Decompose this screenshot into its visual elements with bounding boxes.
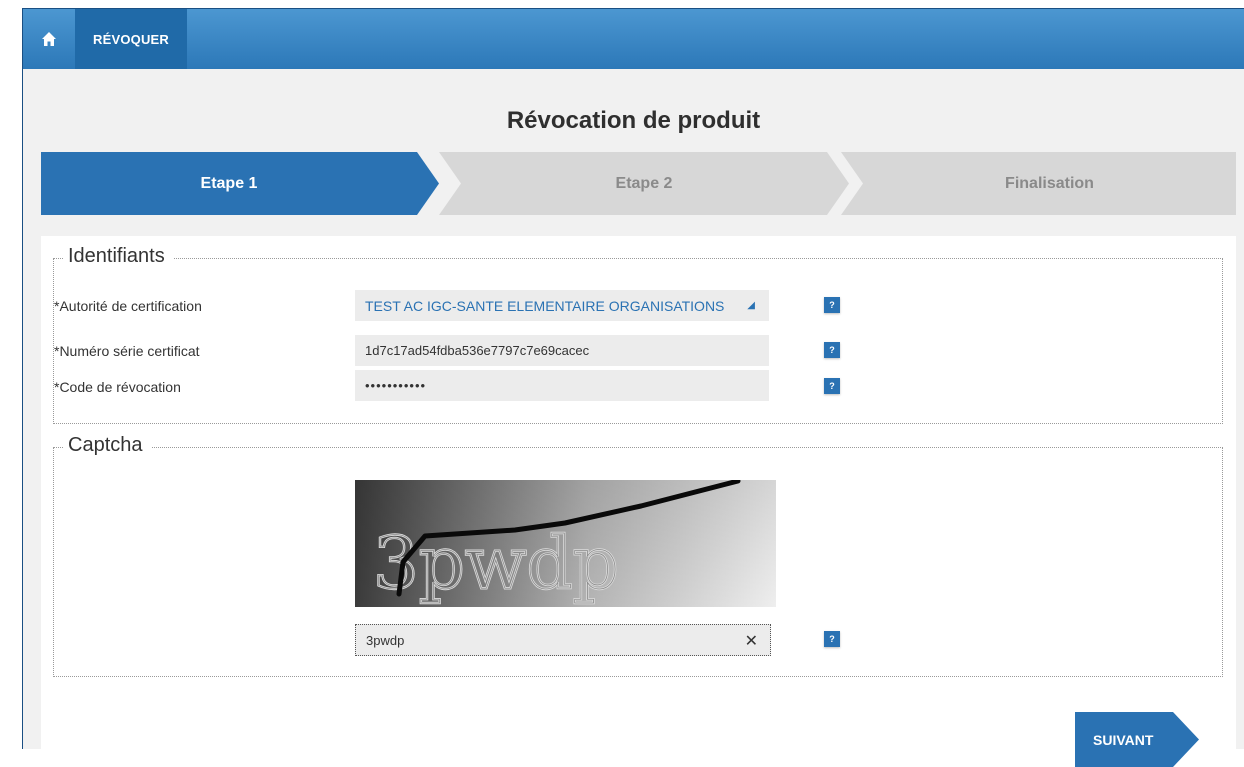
app-frame: RÉVOQUER Révocation de produit Etape 1 E… [22, 8, 1244, 749]
serial-help-button[interactable]: ? [824, 342, 840, 358]
captcha-help-button[interactable]: ? [824, 631, 840, 647]
serial-label: *Numéro série certificat [54, 343, 200, 359]
authority-help-button[interactable]: ? [824, 297, 840, 313]
clear-icon[interactable]: ✕ [745, 631, 758, 651]
step-finalisation: Finalisation [841, 152, 1236, 215]
page-title: Révocation de produit [506, 107, 761, 134]
breadcrumb-revoquer[interactable]: RÉVOQUER [75, 9, 187, 69]
serial-input[interactable]: 1d7c17ad54fdba536e7797c7e69cacec [355, 335, 769, 366]
authority-select[interactable]: TEST AC IGC-SANTE ELEMENTAIRE ORGANISATI… [355, 290, 769, 321]
captcha-legend: Captcha [64, 434, 151, 457]
code-label: *Code de révocation [54, 379, 181, 395]
top-bar: RÉVOQUER [23, 9, 1244, 69]
step-2: Etape 2 [439, 152, 849, 215]
identifiants-legend: Identifiants [64, 245, 173, 268]
captcha-group: Captcha 3pwdp 3pwdp 3pwdp ✕ ? [53, 434, 1223, 677]
captcha-input-value: 3pwdp [366, 632, 405, 648]
identifiants-group: Identifiants *Autorité de certification … [53, 245, 1223, 424]
step-1: Etape 1 [41, 152, 439, 215]
home-button[interactable] [23, 9, 75, 69]
authority-label: *Autorité de certification [54, 298, 202, 314]
captcha-image: 3pwdp 3pwdp [355, 480, 776, 607]
caret-up-icon: ◢ [747, 300, 755, 311]
code-help-button[interactable]: ? [824, 378, 840, 394]
captcha-input[interactable]: 3pwdp ✕ [355, 624, 771, 656]
stepper: Etape 1 Etape 2 Finalisation [41, 152, 1236, 215]
code-password-input[interactable]: ••••••••••• [355, 370, 769, 401]
form-panel: Identifiants *Autorité de certification … [41, 236, 1236, 749]
next-button[interactable]: SUIVANT [1075, 712, 1199, 767]
authority-value: TEST AC IGC-SANTE ELEMENTAIRE ORGANISATI… [365, 297, 725, 314]
home-icon [42, 32, 56, 46]
